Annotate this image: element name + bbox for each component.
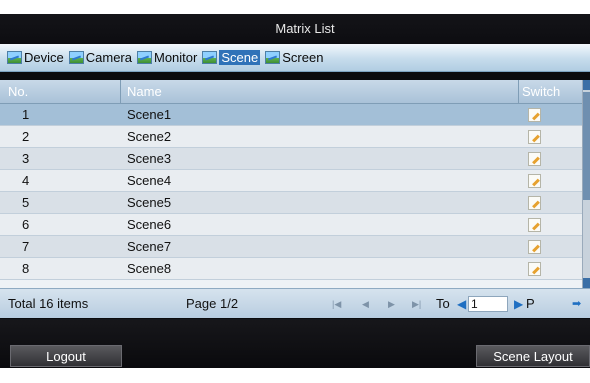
column-header-switch[interactable]: Switch — [522, 80, 560, 104]
page-increment-icon[interactable]: ▶ — [514, 289, 523, 319]
column-divider — [120, 80, 121, 104]
table-row[interactable]: 4 Scene4 — [0, 170, 582, 192]
switch-button[interactable] — [528, 196, 542, 210]
cell-no: 3 — [22, 151, 30, 166]
cell-no: 4 — [22, 173, 30, 188]
matrix-list-window: Matrix List Device Camera Monitor Scene … — [0, 14, 590, 368]
cell-no: 7 — [22, 239, 30, 254]
column-header-name[interactable]: Name — [127, 80, 162, 104]
switch-button[interactable] — [528, 152, 542, 166]
image-icon — [265, 51, 281, 64]
column-header-no[interactable]: No. — [8, 80, 28, 104]
scene-table: No. Name Switch 1 Scene1 2 Scene2 3 Scen… — [0, 80, 590, 288]
cell-name: Scene1 — [127, 107, 172, 122]
cell-no: 2 — [22, 129, 30, 144]
next-page-icon[interactable]: ▶ — [388, 289, 395, 319]
table-row[interactable]: 5 Scene5 — [0, 192, 582, 214]
vertical-scrollbar[interactable] — [582, 80, 590, 288]
switch-button[interactable] — [528, 262, 542, 276]
cell-name: Scene5 — [127, 195, 172, 210]
table-row[interactable]: 3 Scene3 — [0, 148, 582, 170]
table-body: 1 Scene1 2 Scene2 3 Scene3 4 Scene4 5 Sc… — [0, 104, 582, 280]
scroll-thumb[interactable] — [583, 92, 590, 200]
edit-icon — [528, 262, 541, 276]
table-row[interactable]: 2 Scene2 — [0, 126, 582, 148]
goto-label: To — [436, 296, 450, 311]
prev-page-icon[interactable]: ◀ — [362, 289, 369, 319]
page-indicator: Page 1/2 — [186, 296, 239, 311]
logout-button[interactable]: Logout — [10, 345, 122, 367]
switch-button[interactable] — [528, 218, 542, 232]
edit-icon — [528, 218, 541, 232]
cell-name: Scene6 — [127, 217, 172, 232]
table-row[interactable]: 8 Scene8 — [0, 258, 582, 280]
tab-monitor[interactable]: Monitor — [136, 47, 198, 69]
tab-label: Monitor — [154, 50, 198, 65]
page-number-input[interactable]: 1 — [468, 296, 508, 312]
edit-icon — [528, 240, 541, 254]
pagination-bar: Total 16 items Page 1/2 |◀ ◀ ▶ ▶| To ◀ 1… — [0, 288, 590, 318]
go-page-label[interactable]: P — [526, 289, 535, 319]
tab-scene[interactable]: Scene — [201, 47, 261, 69]
image-icon — [68, 51, 84, 64]
table-row[interactable]: 6 Scene6 — [0, 214, 582, 236]
switch-button[interactable] — [528, 108, 542, 122]
cell-name: Scene3 — [127, 151, 172, 166]
tab-label: Device — [24, 50, 64, 65]
switch-button[interactable] — [528, 174, 542, 188]
total-items-label: Total 16 items — [8, 296, 89, 311]
tab-screen[interactable]: Screen — [264, 47, 324, 69]
scroll-up-button[interactable] — [583, 80, 590, 90]
page-decrement-icon[interactable]: ◀ — [457, 289, 466, 319]
switch-button[interactable] — [528, 240, 542, 254]
last-page-icon[interactable]: ▶| — [412, 289, 421, 319]
first-page-icon[interactable]: |◀ — [332, 289, 341, 319]
cell-no: 8 — [22, 261, 30, 276]
table-header: No. Name Switch — [0, 80, 582, 104]
tab-label: Screen — [282, 50, 324, 65]
scroll-down-button[interactable] — [583, 278, 590, 288]
edit-icon — [528, 152, 541, 166]
table-row[interactable]: 7 Scene7 — [0, 236, 582, 258]
column-divider — [518, 80, 519, 104]
tab-bar: Device Camera Monitor Scene Screen — [0, 44, 590, 72]
cell-name: Scene8 — [127, 261, 172, 276]
edit-icon — [528, 130, 541, 144]
edit-icon — [528, 174, 541, 188]
table-row[interactable]: 1 Scene1 — [0, 104, 582, 126]
tab-device[interactable]: Device — [6, 47, 65, 69]
tab-camera[interactable]: Camera — [68, 47, 133, 69]
cell-no: 6 — [22, 217, 30, 232]
cell-no: 5 — [22, 195, 30, 210]
tab-label: Scene — [219, 50, 261, 65]
edit-icon — [528, 196, 541, 210]
window-title: Matrix List — [0, 14, 590, 44]
image-icon — [202, 51, 218, 64]
cell-no: 1 — [22, 107, 30, 122]
go-arrow-icon[interactable]: ➡ — [572, 289, 581, 319]
cell-name: Scene2 — [127, 129, 172, 144]
cell-name: Scene4 — [127, 173, 172, 188]
cell-name: Scene7 — [127, 239, 172, 254]
tab-label: Camera — [85, 50, 132, 65]
footer-bar: Logout Scene Layout — [0, 319, 590, 368]
image-icon — [7, 51, 22, 64]
switch-button[interactable] — [528, 130, 542, 144]
edit-icon — [528, 108, 541, 122]
scene-layout-button[interactable]: Scene Layout — [476, 345, 590, 367]
image-icon — [137, 51, 152, 64]
